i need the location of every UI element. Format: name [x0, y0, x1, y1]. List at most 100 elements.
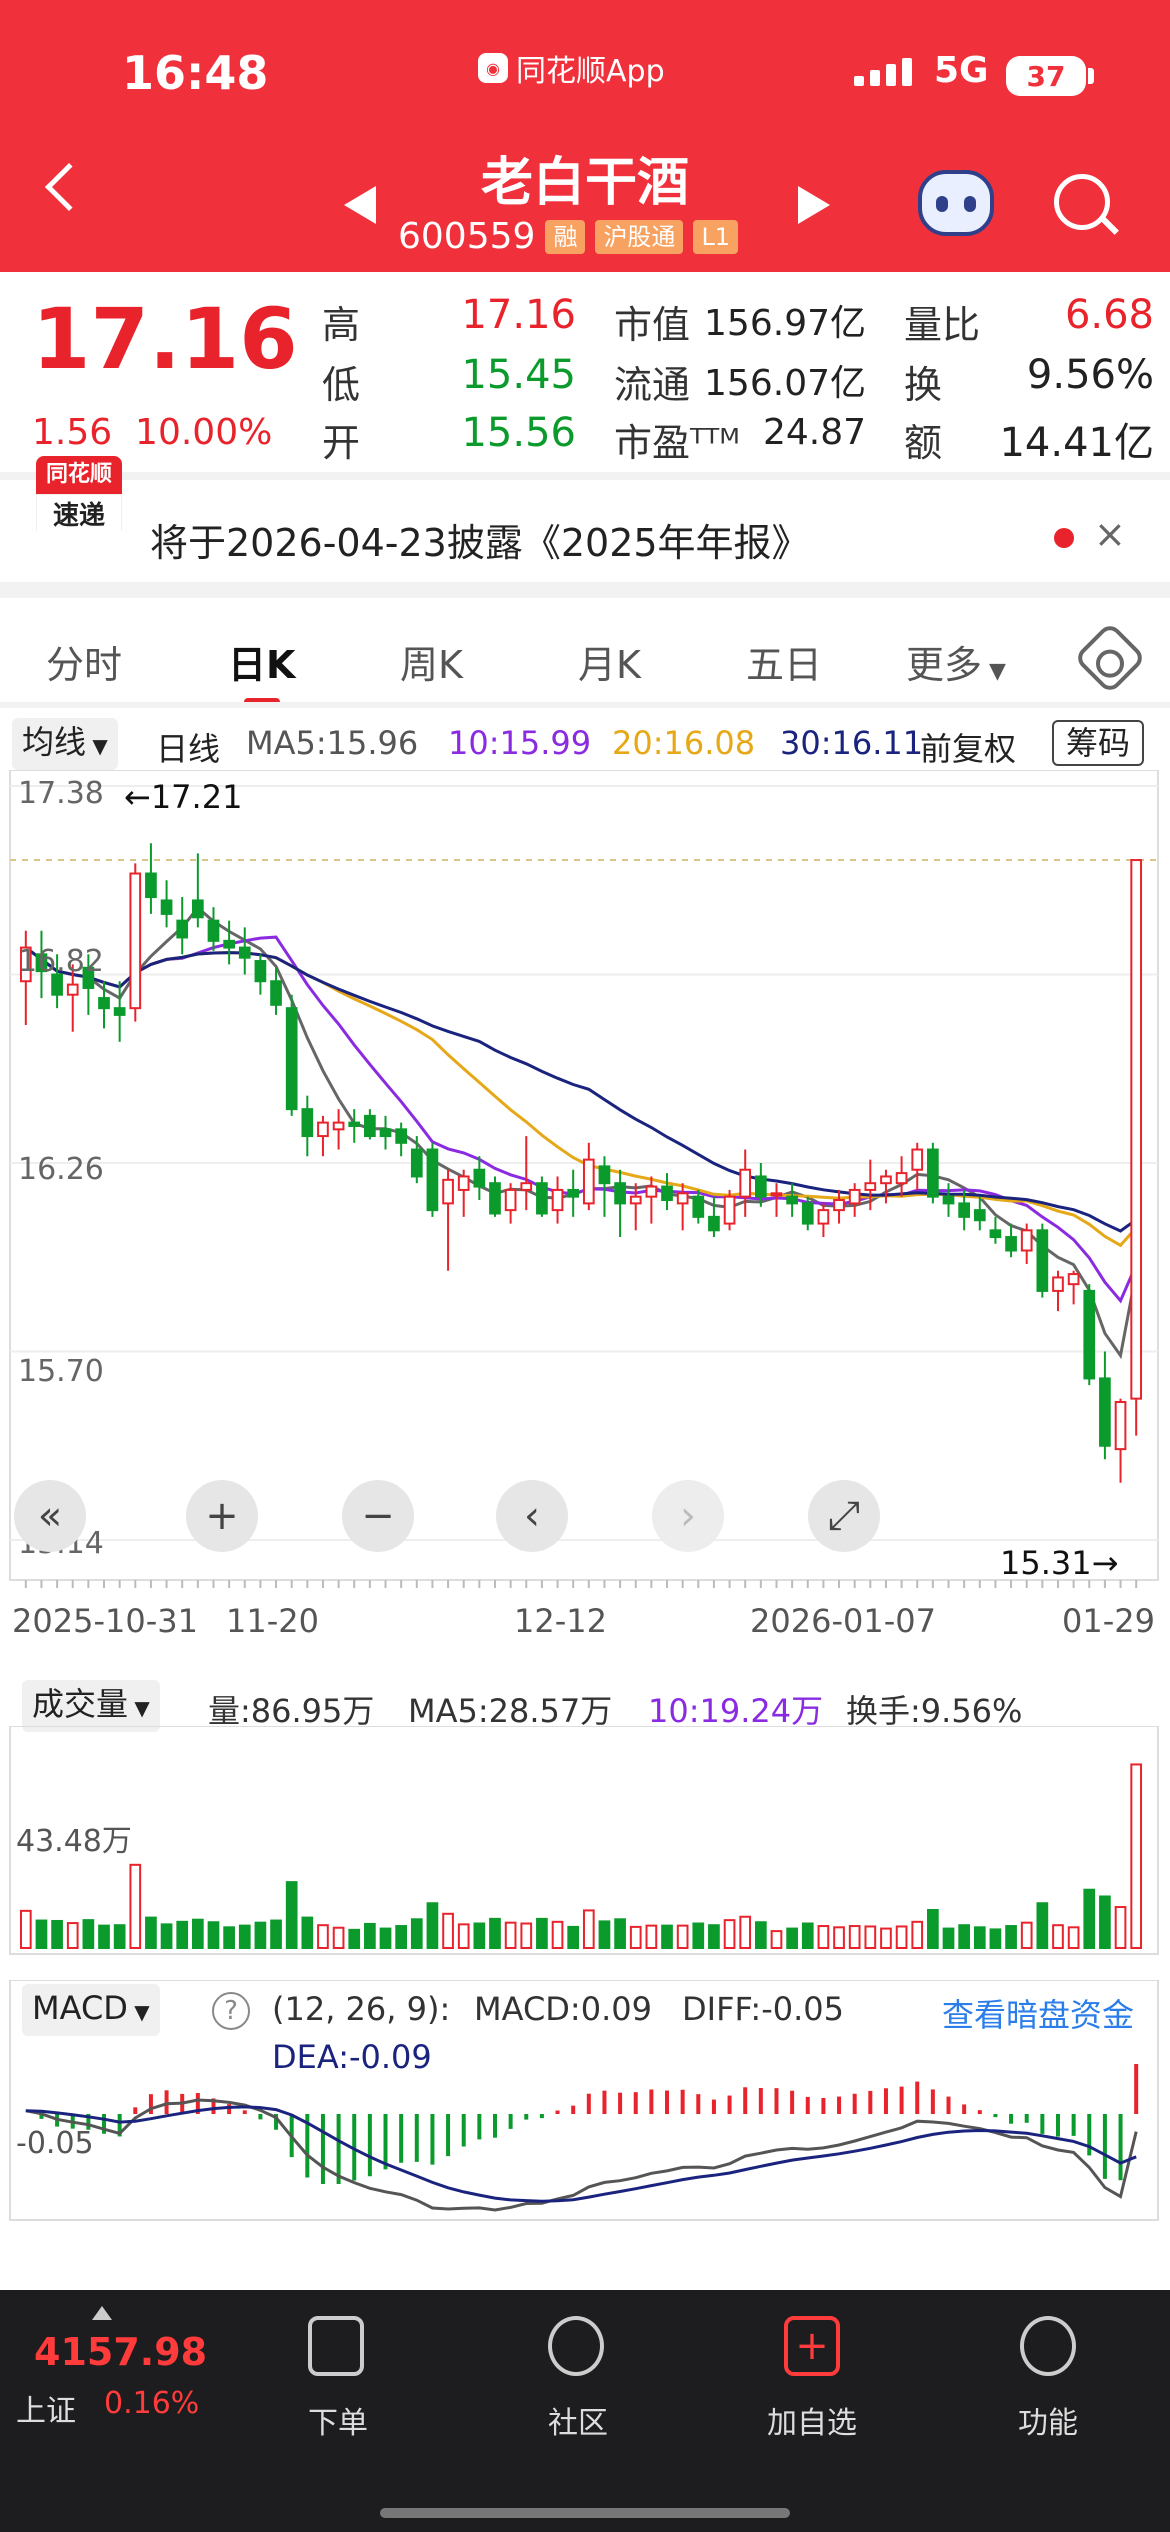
volume-bar: [1083, 1888, 1096, 1950]
zoom-in-button[interactable]: +: [186, 1480, 258, 1552]
candle: [1114, 1400, 1127, 1451]
community-icon[interactable]: [548, 2316, 604, 2376]
volume-bar: [504, 1921, 517, 1950]
ma30-value: 30:16.11: [780, 724, 924, 762]
settings-icon[interactable]: [1073, 621, 1147, 695]
battery-icon: 37: [1006, 56, 1086, 96]
volume-ratio-value: 6.68: [1064, 292, 1154, 338]
candle: [645, 1185, 658, 1198]
volume-bar: [285, 1881, 298, 1949]
volume-bar: [661, 1924, 673, 1949]
candle: [833, 1199, 845, 1212]
fullscreen-icon[interactable]: ⤢: [808, 1480, 880, 1552]
candle: [113, 1007, 126, 1016]
candle: [582, 1158, 595, 1205]
tab-intraday[interactable]: 分时: [46, 634, 122, 689]
mcap-label: 市值: [614, 303, 691, 347]
volume-bar: [348, 1928, 361, 1950]
chevron-down-icon: ▼: [982, 659, 1006, 684]
tab-more[interactable]: 更多 ▼: [906, 634, 1006, 689]
candle: [911, 1148, 924, 1171]
macd-y-tick: -0.05: [16, 2126, 94, 2161]
candle: [442, 1178, 454, 1205]
candle: [364, 1114, 376, 1138]
kline-chart[interactable]: [0, 770, 1170, 1650]
ma20-value: 20:16.08: [612, 724, 756, 762]
zoom-out-button[interactable]: −: [342, 1480, 414, 1552]
candle: [410, 1148, 423, 1178]
volume-bar: [317, 1924, 329, 1949]
candle: [1067, 1273, 1080, 1286]
low-label: 低: [322, 363, 361, 407]
volume-bar: [754, 1921, 767, 1950]
tab-weekly-k[interactable]: 周K: [400, 634, 463, 689]
high-value: 17.16: [461, 292, 576, 338]
tab-five-day[interactable]: 五日: [746, 634, 822, 689]
nav-community[interactable]: 社区: [518, 2398, 638, 2442]
volume-bar: [1114, 1906, 1127, 1950]
volume-bar: [801, 1922, 814, 1949]
order-icon[interactable]: [308, 2316, 364, 2376]
candle: [332, 1121, 345, 1131]
candle: [395, 1128, 408, 1144]
candle: [1083, 1289, 1096, 1380]
volume-bar: [113, 1924, 126, 1949]
fast-back-button[interactable]: «: [14, 1480, 86, 1552]
volume-bar: [457, 1923, 470, 1950]
index-toggle-icon[interactable]: [92, 2306, 112, 2320]
volume-bar: [1005, 1925, 1017, 1950]
divider: [0, 472, 1170, 480]
announcement-text[interactable]: 将于2026-04-23披露《2025年年报》: [150, 512, 810, 567]
volume-ratio-label: 量比: [904, 303, 981, 347]
volume-bar: [520, 1922, 533, 1949]
app-logo-icon: ◉: [478, 53, 508, 83]
index-value[interactable]: 4157.98: [34, 2330, 207, 2374]
dea-line: [25, 2105, 1137, 2203]
nav-functions[interactable]: 功能: [988, 2398, 1108, 2442]
announcement-close-button[interactable]: ×: [1094, 512, 1126, 556]
nav-add-watchlist[interactable]: 加自选: [752, 2398, 872, 2442]
volume-selector[interactable]: 成交量 ▼: [22, 1680, 160, 1732]
add-watchlist-icon[interactable]: +: [784, 2316, 840, 2376]
volume-bar: [35, 1919, 48, 1950]
next-stock-icon[interactable]: [798, 186, 830, 224]
candle: [801, 1202, 814, 1225]
candle: [692, 1195, 705, 1218]
signal-icon: [854, 58, 912, 86]
adjust-mode[interactable]: 前复权: [920, 724, 1016, 770]
assistant-robot-icon[interactable]: [918, 170, 994, 236]
volume-bar: [1052, 1924, 1064, 1949]
candle: [1099, 1377, 1111, 1447]
volume-bar: [989, 1928, 1002, 1950]
tab-monthly-k[interactable]: 月K: [578, 634, 641, 689]
volume-bar: [51, 1919, 63, 1950]
scroll-left-button[interactable]: ‹: [496, 1480, 568, 1552]
volume-bar: [426, 1902, 439, 1949]
network-type: 5G: [934, 50, 989, 91]
macd-chart[interactable]: [0, 1980, 1170, 2250]
scroll-right-button[interactable]: ›: [652, 1480, 724, 1552]
volume-chart[interactable]: [0, 1726, 1170, 1956]
ma10-value: 10:15.99: [448, 724, 592, 762]
candle: [379, 1128, 392, 1138]
turnover-label: 换: [904, 363, 943, 407]
app-name: 同花顺App: [516, 54, 665, 89]
chip-button[interactable]: 筹码: [1052, 720, 1145, 766]
y-tick-label: 15.70: [18, 1354, 104, 1389]
volume-bar: [739, 1915, 752, 1949]
price-change: 1.56 10.00%: [32, 412, 272, 453]
volume-bar: [82, 1919, 95, 1949]
ma-selector[interactable]: 均线 ▼: [12, 718, 118, 770]
nav-order[interactable]: 下单: [278, 2398, 398, 2442]
tag-connect: 沪股通: [595, 219, 684, 254]
volume-bar: [880, 1927, 892, 1949]
volume-bar: [145, 1916, 157, 1950]
candle: [426, 1148, 439, 1212]
prev-stock-icon[interactable]: [344, 186, 376, 224]
tab-daily-k[interactable]: 日K: [228, 634, 295, 689]
volume-bar: [645, 1924, 658, 1949]
menu-icon[interactable]: [1020, 2316, 1076, 2376]
candle: [770, 1192, 783, 1197]
stock-name: 老白干酒: [480, 153, 689, 213]
volume-bar: [379, 1927, 392, 1949]
